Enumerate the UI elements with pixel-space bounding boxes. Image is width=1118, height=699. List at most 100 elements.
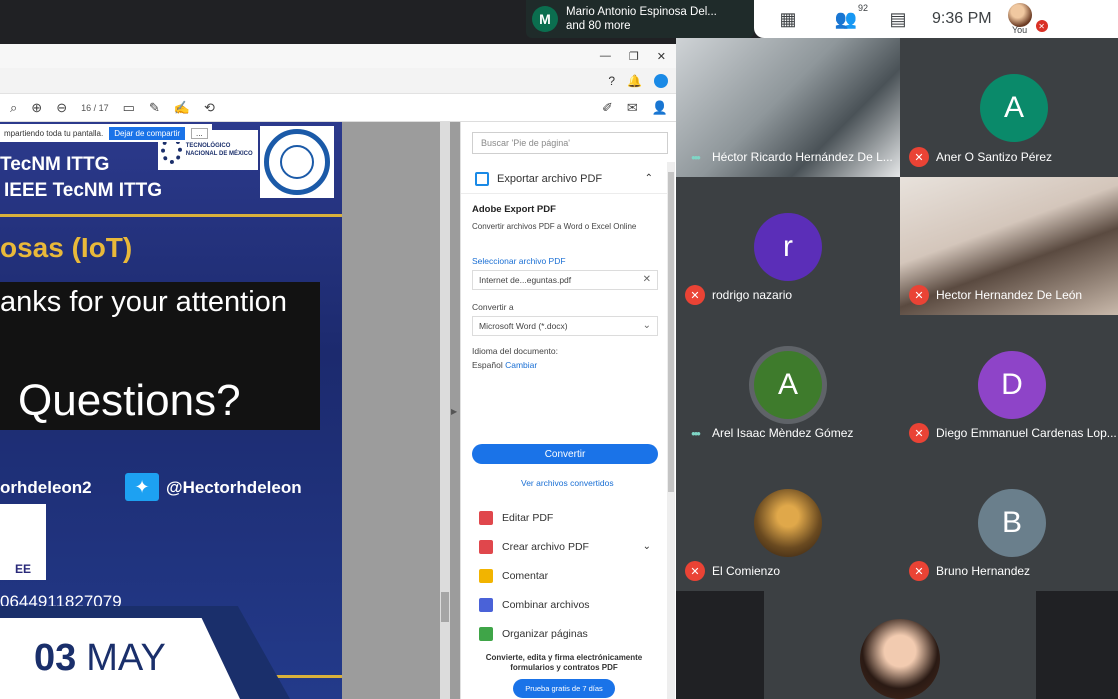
- stop-sharing-button[interactable]: Dejar de compartir: [109, 126, 185, 140]
- tool-create-pdf[interactable]: Crear archivo PDF ⌄: [461, 532, 667, 561]
- layout-grid-icon[interactable]: ▦: [768, 9, 808, 30]
- selected-file-field[interactable]: Internet de...eguntas.pdf ✕: [472, 270, 658, 290]
- sharing-text: mpartiendo toda tu pantalla.: [4, 128, 104, 138]
- share-icon[interactable]: ⟲: [204, 100, 215, 116]
- tools-search-input[interactable]: Buscar 'Pie de página': [472, 132, 668, 154]
- tool-list: Editar PDF Crear archivo PDF ⌄ Comentar …: [461, 503, 667, 648]
- participant-tile[interactable]: A ••• Arel Isaac Mèndez Gómez: [676, 315, 900, 453]
- convert-to-value: Microsoft Word (*.docx): [479, 321, 568, 331]
- participant-tile[interactable]: D ✕ Diego Emmanuel Cardenas Lop...: [900, 315, 1118, 453]
- bell-icon[interactable]: 🔔: [627, 74, 642, 88]
- page-total: / 17: [93, 102, 109, 113]
- you-label: You: [1012, 25, 1028, 35]
- fill-sign-icon[interactable]: ✐: [602, 100, 613, 116]
- participant-name: El Comienzo: [712, 564, 781, 578]
- tecnm-logo-text: TECNOLÓGICO NACIONAL DE MÉXICO: [185, 143, 253, 157]
- participant-name: Aner O Santizo Pérez: [936, 150, 1053, 164]
- binoculars-icon[interactable]: ⌕: [10, 100, 17, 116]
- sign-icon[interactable]: ✍: [174, 100, 190, 116]
- mic-off-icon: ✕: [1035, 20, 1048, 32]
- pdf-toolbar-right: ✐ ✉ 👤: [602, 100, 668, 116]
- account-icon[interactable]: [654, 73, 668, 88]
- free-trial-button[interactable]: Prueba gratis de 7 días: [513, 679, 615, 698]
- document-scrollbar[interactable]: [440, 122, 450, 699]
- tool-comment[interactable]: Comentar: [461, 561, 667, 590]
- tool-label: Editar PDF: [502, 511, 554, 524]
- slide-divider-top: [0, 214, 342, 217]
- convert-button[interactable]: Convertir: [472, 444, 658, 464]
- export-pdf-header[interactable]: Exportar archivo PDF ⌃: [461, 164, 667, 194]
- convert-to-label: Convertir a: [472, 302, 514, 312]
- slide-handle-left: orhdeleon2: [0, 478, 92, 497]
- presenter-chip[interactable]: M Mario Antonio Espinosa Del... and 80 m…: [526, 0, 754, 38]
- tool-combine[interactable]: Combinar archivos: [461, 590, 667, 619]
- page-indicator[interactable]: 16 / 17: [81, 103, 109, 113]
- mic-off-icon: ✕: [909, 147, 929, 167]
- acrobat-menu-bar: ? 🔔: [0, 68, 676, 94]
- tool-label: Combinar archivos: [502, 598, 590, 611]
- twitter-icon: ✦: [125, 473, 159, 501]
- select-file-link[interactable]: Seleccionar archivo PDF: [472, 256, 566, 266]
- window-titlebar: — ❐ ✕: [0, 44, 676, 68]
- presenter-avatar: M: [532, 6, 558, 32]
- participant-tile-self[interactable]: [676, 591, 1118, 699]
- change-language-link[interactable]: Cambiar: [505, 360, 537, 370]
- edit-pdf-icon: [479, 510, 493, 525]
- participant-name: rodrigo nazario: [712, 288, 793, 302]
- help-icon[interactable]: ?: [608, 74, 615, 88]
- participants-button[interactable]: 👥 92: [826, 3, 868, 30]
- participant-tile[interactable]: r ✕ rodrigo nazario: [676, 177, 900, 315]
- mail-icon[interactable]: ✉: [627, 100, 638, 116]
- mic-off-icon: ✕: [685, 285, 705, 305]
- participant-tile[interactable]: ✕ El Comienzo: [676, 453, 900, 591]
- participant-avatar: [754, 489, 822, 557]
- ieee-logo: EE: [0, 504, 46, 580]
- participant-avatar: D: [978, 351, 1046, 419]
- self-view[interactable]: You: [1007, 3, 1032, 35]
- promo-line-2: formularios y contratos PDF: [510, 663, 618, 672]
- view-converted-link[interactable]: Ver archivos convertidos: [521, 478, 614, 488]
- pen-icon[interactable]: ✎: [149, 100, 160, 116]
- participant-tile[interactable]: B ✕ Bruno Hernandez: [900, 453, 1118, 591]
- export-pdf-header-label: Exportar archivo PDF: [497, 172, 603, 185]
- date-banner-front: 03 MAY: [0, 618, 240, 699]
- participant-avatar: B: [978, 489, 1046, 557]
- tool-label: Crear archivo PDF: [502, 540, 589, 553]
- comment-tool-icon: [479, 568, 493, 583]
- page-down-icon[interactable]: ⊖: [56, 100, 67, 116]
- participants-count: 92: [857, 2, 868, 13]
- self-avatar: [1007, 3, 1032, 27]
- tools-scrollbar[interactable]: [667, 162, 675, 699]
- tool-label: Comentar: [502, 569, 549, 582]
- participant-tile[interactable]: A ✕ Aner O Santizo Pérez: [900, 38, 1118, 177]
- page-up-icon[interactable]: ⊕: [31, 100, 42, 116]
- mic-off-icon: ✕: [909, 561, 929, 581]
- slide-iot-title: osas (IoT): [0, 232, 133, 263]
- clock: 9:36 PM: [932, 10, 992, 27]
- chevron-down-icon: ⌄: [642, 541, 651, 552]
- slide-thanks: anks for your attention: [0, 286, 287, 318]
- presenter-name: Mario Antonio Espinosa Del...: [566, 6, 717, 18]
- clear-file-icon[interactable]: ✕: [643, 274, 651, 285]
- close-icon[interactable]: ✕: [657, 50, 666, 63]
- speaking-icon: •••: [691, 425, 701, 441]
- export-description: Convertir archivos PDF a Word o Excel On…: [472, 222, 637, 231]
- collapse-pane-icon[interactable]: ▶: [451, 407, 457, 416]
- tool-organize[interactable]: Organizar páginas: [461, 619, 667, 648]
- participant-avatar: A: [980, 74, 1048, 142]
- chat-icon[interactable]: ▤: [878, 9, 918, 30]
- presenter-names: Mario Antonio Espinosa Del... and 80 mor…: [566, 5, 717, 33]
- mic-off-icon: ✕: [909, 423, 929, 443]
- export-title: Adobe Export PDF: [472, 204, 556, 215]
- restore-icon[interactable]: ❐: [629, 50, 639, 63]
- participant-tile[interactable]: ••• Héctor Ricardo Hernández De L...: [676, 38, 900, 177]
- minimize-icon[interactable]: —: [600, 50, 611, 62]
- add-user-icon[interactable]: 👤: [652, 100, 668, 116]
- participant-tile[interactable]: ✕ Hector Hernandez De León: [900, 177, 1118, 315]
- tool-edit-pdf[interactable]: Editar PDF: [461, 503, 667, 532]
- comment-icon[interactable]: ▭: [123, 100, 135, 116]
- share-more-button[interactable]: ...: [191, 127, 208, 139]
- convert-to-select[interactable]: Microsoft Word (*.docx) ⌄: [472, 316, 658, 336]
- doc-language-label: Idioma del documento:: [472, 346, 558, 356]
- participant-name: Arel Isaac Mèndez Gómez: [712, 426, 854, 440]
